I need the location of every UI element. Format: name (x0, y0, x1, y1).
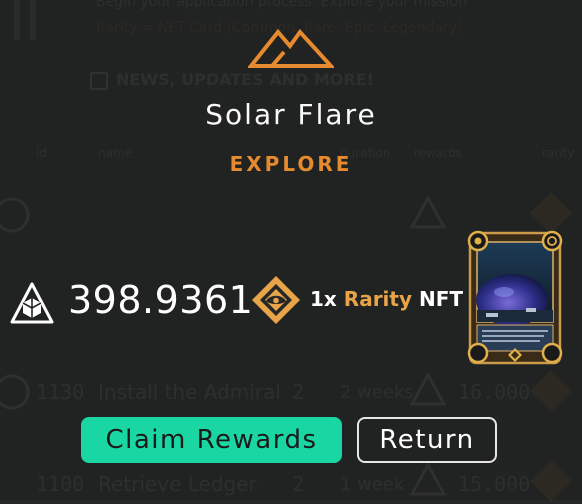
nft-rarity: Rarity (343, 287, 413, 311)
rarity-diamond-icon (252, 276, 300, 324)
nft-card-image (467, 230, 563, 365)
nft-quantity: 1x (310, 287, 337, 311)
claim-rewards-button[interactable]: Claim Rewards (81, 417, 342, 463)
mission-title: Solar Flare (205, 98, 377, 131)
nft-reward-label: 1x Rarity NFT (310, 287, 463, 311)
return-button[interactable]: Return (357, 417, 497, 463)
mountain-logo-icon (248, 28, 334, 68)
cube-token-icon (10, 282, 54, 324)
nft-suffix: NFT (418, 287, 464, 311)
token-amount: 398.9361 (68, 278, 254, 322)
mission-type-label: EXPLORE (229, 152, 353, 176)
